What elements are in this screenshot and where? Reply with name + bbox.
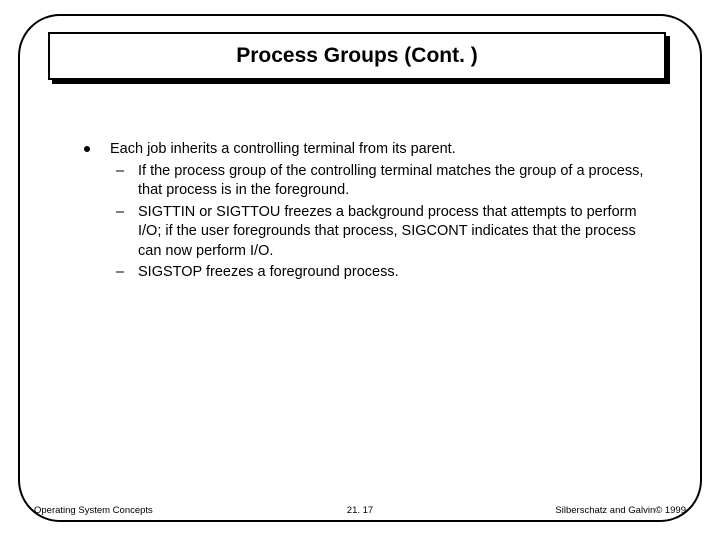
bullet-dot-icon <box>84 146 90 152</box>
subbullet-text: SIGSTOP freezes a foreground process. <box>138 264 399 280</box>
bullet-level2: – SIGTTIN or SIGTTOU freezes a backgroun… <box>80 203 660 262</box>
bullet-text: Each job inherits a controlling terminal… <box>110 141 456 157</box>
subbullet-text: If the process group of the controlling … <box>138 163 643 199</box>
bullet-level1: Each job inherits a controlling terminal… <box>80 140 660 160</box>
title-box: Process Groups (Cont. ) <box>48 32 666 80</box>
dash-icon: – <box>116 162 124 182</box>
bullet-level2: – SIGSTOP freezes a foreground process. <box>80 263 660 283</box>
bullet-level2: – If the process group of the controllin… <box>80 162 660 201</box>
subbullet-text: SIGTTIN or SIGTTOU freezes a background … <box>138 204 637 259</box>
slide-title: Process Groups (Cont. ) <box>236 44 478 68</box>
footer-center: 21. 17 <box>347 505 373 516</box>
slide-footer: Operating System Concepts 21. 17 Silbers… <box>34 505 686 516</box>
dash-icon: – <box>116 203 124 223</box>
footer-left: Operating System Concepts <box>34 505 153 516</box>
slide-body: Each job inherits a controlling terminal… <box>80 140 660 283</box>
dash-icon: – <box>116 263 124 283</box>
footer-right: Silberschatz and Galvin© 1999 <box>555 505 686 516</box>
